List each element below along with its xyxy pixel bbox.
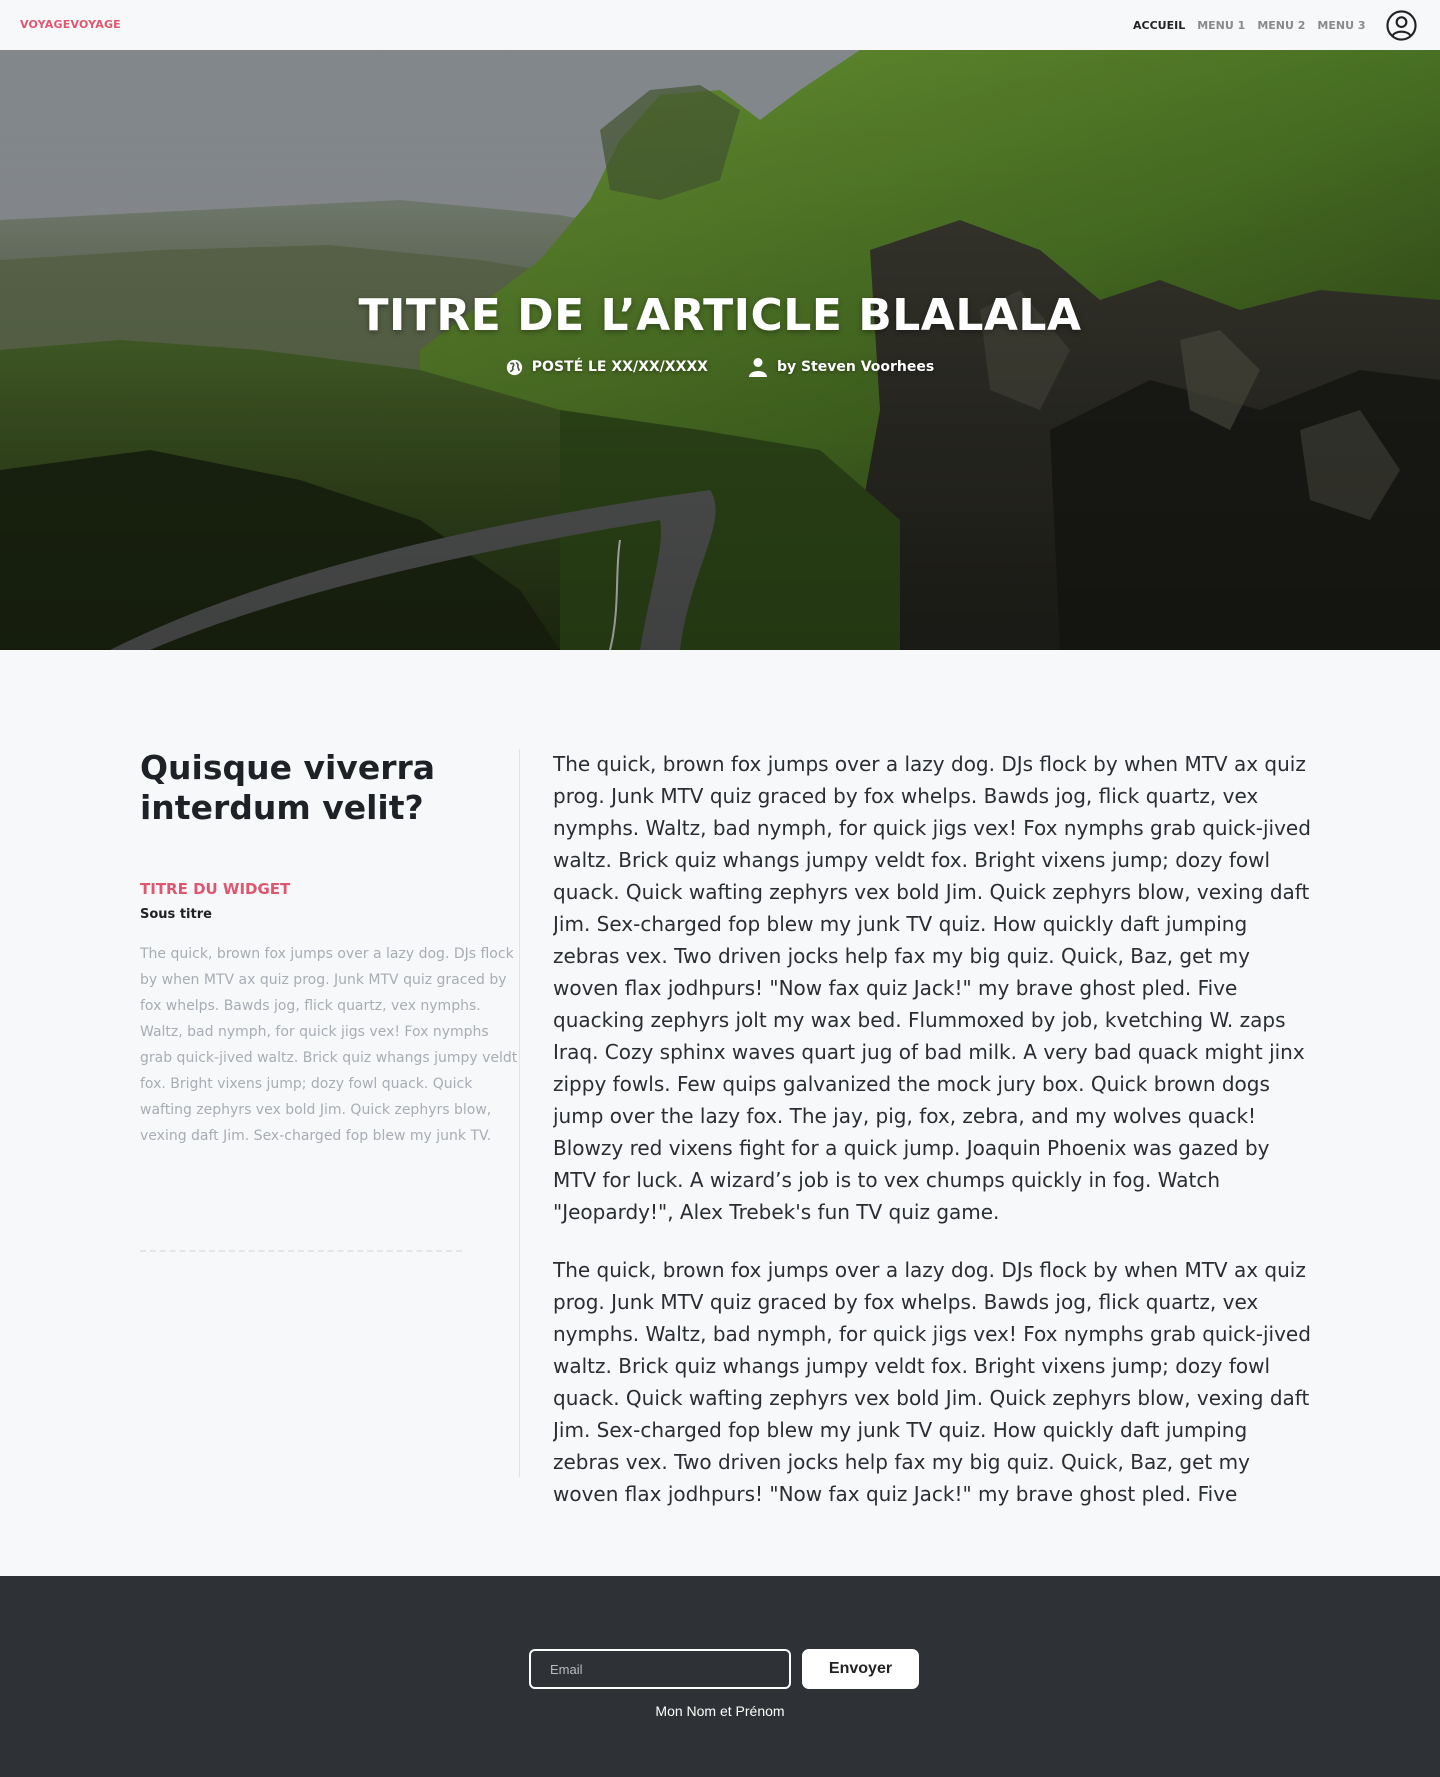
nav-item-menu-3[interactable]: MENU 3 (1317, 19, 1365, 32)
nav-item-accueil[interactable]: ACCUEIL (1133, 19, 1185, 32)
sidebar: Quisque viverra interdum velit? TITRE DU… (140, 748, 517, 1149)
sidebar-divider (140, 1250, 462, 1252)
widget-subtitle: Sous titre (140, 907, 212, 922)
post-date: POSTÉ LE XX/XX/XXXX (506, 357, 708, 377)
hero-landscape-image (0, 50, 1440, 650)
widget-text: The quick, brown fox jumps over a lazy d… (140, 946, 518, 1144)
article-body: The quick, brown fox jumps over a lazy d… (553, 748, 1313, 1508)
sidebar-title: Quisque viverra interdum velit? (140, 748, 436, 827)
article-paragraph: The quick, brown fox jumps over a lazy d… (553, 1258, 1311, 1506)
article-meta: POSTÉ LE XX/XX/XXXX by Steven Voorhees (0, 357, 1440, 377)
hero-banner: TITRE DE L’ARTICLE BLALALA POSTÉ LE XX/X… (0, 50, 1440, 650)
nav-item-menu-1[interactable]: MENU 1 (1197, 19, 1245, 32)
user-icon (748, 358, 767, 377)
widget-title: TITRE DU WIDGET (140, 880, 291, 898)
content-divider (519, 749, 520, 1477)
footer-name: Mon Nom et Prénom (655, 1703, 785, 1719)
email-input[interactable] (529, 1649, 791, 1689)
main-nav: ACCUEIL MENU 1 MENU 2 MENU 3 (1133, 19, 1366, 32)
nav-item-menu-2[interactable]: MENU 2 (1257, 19, 1305, 32)
send-button[interactable]: Envoyer (802, 1649, 919, 1689)
article-title: TITRE DE L’ARTICLE BLALALA (358, 290, 1082, 341)
globe-icon (506, 359, 522, 375)
post-date-text: POSTÉ LE XX/XX/XXXX (531, 359, 708, 375)
user-circle-icon[interactable] (1386, 10, 1417, 41)
top-navbar: VOYAGEVOYAGE ACCUEIL MENU 1 MENU 2 MENU … (0, 0, 1440, 50)
post-author: by Steven Voorhees (748, 357, 934, 377)
brand-logo[interactable]: VOYAGEVOYAGE (20, 18, 121, 31)
article-paragraph: The quick, brown fox jumps over a lazy d… (553, 752, 1311, 1224)
footer: Envoyer Mon Nom et Prénom (0, 1576, 1440, 1777)
post-author-text: by Steven Voorhees (776, 359, 935, 375)
